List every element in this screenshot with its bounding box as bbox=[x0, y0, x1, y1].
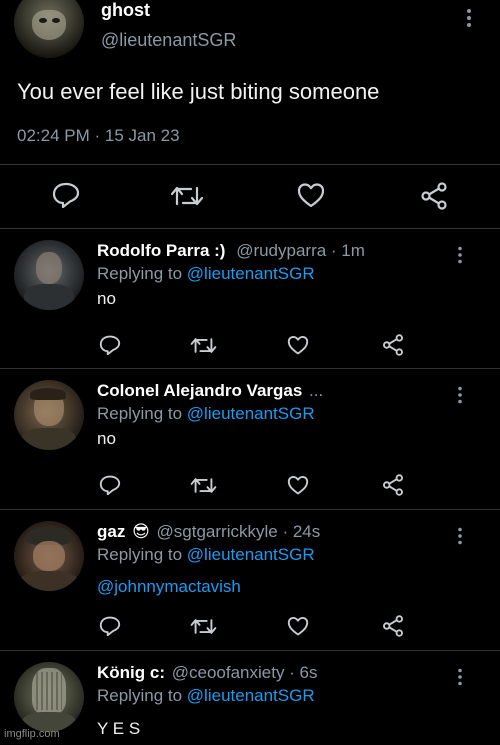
more-options-icon[interactable] bbox=[466, 8, 472, 28]
divider bbox=[0, 228, 500, 229]
reply-icon[interactable] bbox=[99, 616, 121, 636]
replying-to: Replying to @lieutenantSGR bbox=[97, 686, 315, 706]
reply-author[interactable]: Rodolfo Parra :) @rudyparra · 1m bbox=[97, 241, 365, 261]
avatar[interactable] bbox=[14, 521, 84, 591]
author-meta: @ceoofanxiety · 6s bbox=[171, 663, 318, 682]
replying-to: Replying to @lieutenantSGR bbox=[97, 545, 315, 565]
author-meta: ... bbox=[309, 381, 324, 400]
like-icon[interactable] bbox=[287, 335, 309, 355]
avatar[interactable] bbox=[14, 0, 84, 58]
replying-to-link[interactable]: @lieutenantSGR bbox=[187, 404, 315, 423]
reply-tweet[interactable]: Colonel Alejandro Vargas ... Replying to… bbox=[0, 370, 500, 510]
share-icon[interactable] bbox=[382, 334, 404, 356]
retweet-icon[interactable] bbox=[190, 336, 217, 355]
reply-text: no bbox=[97, 289, 116, 308]
retweet-icon[interactable] bbox=[190, 476, 217, 495]
more-options-icon[interactable] bbox=[457, 246, 463, 264]
replying-to-link[interactable]: @lieutenantSGR bbox=[187, 264, 315, 283]
reply-tweet[interactable]: Rodolfo Parra :) @rudyparra · 1m Replyin… bbox=[0, 230, 500, 370]
reply-text: Y E S bbox=[97, 719, 141, 738]
tweet-text: You ever feel like just biting someone bbox=[17, 79, 380, 104]
share-icon[interactable] bbox=[382, 615, 404, 637]
replying-to-link[interactable]: @lieutenantSGR bbox=[187, 686, 315, 705]
reply-actions bbox=[0, 606, 500, 637]
reply-icon[interactable] bbox=[99, 475, 121, 495]
replying-prefix: Replying to bbox=[97, 404, 183, 423]
divider bbox=[0, 164, 500, 165]
avatar[interactable] bbox=[14, 380, 84, 450]
watermark: imgflip.com bbox=[4, 728, 60, 740]
retweet-icon[interactable] bbox=[170, 184, 204, 208]
reply-text: no bbox=[97, 429, 116, 448]
like-icon[interactable] bbox=[287, 616, 309, 636]
more-options-icon[interactable] bbox=[457, 386, 463, 404]
tweet-timestamp[interactable]: 02:24 PM · 15 Jan 23 bbox=[17, 126, 180, 146]
replying-to-link[interactable]: @lieutenantSGR bbox=[187, 545, 315, 564]
reply-tweet[interactable]: gaz 😎 @sgtgarrickkyle · 24s Replying to … bbox=[0, 511, 500, 651]
author-handle[interactable]: @lieutenantSGR bbox=[101, 30, 236, 51]
share-icon[interactable] bbox=[420, 182, 448, 210]
divider bbox=[0, 368, 500, 369]
tweet-actions bbox=[0, 178, 500, 214]
author-name[interactable]: ghost bbox=[101, 0, 150, 21]
reply-author[interactable]: Colonel Alejandro Vargas ... bbox=[97, 381, 323, 401]
author-emoji: 😎 bbox=[132, 522, 150, 541]
main-tweet: ghost @lieutenantSGR You ever feel like … bbox=[0, 0, 500, 230]
replying-prefix: Replying to bbox=[97, 686, 183, 705]
replying-to: Replying to @lieutenantSGR bbox=[97, 404, 315, 424]
author-meta: @rudyparra · 1m bbox=[236, 241, 365, 260]
replying-prefix: Replying to bbox=[97, 264, 183, 283]
divider bbox=[0, 650, 500, 651]
like-icon[interactable] bbox=[287, 475, 309, 495]
author-meta: @sgtgarrickkyle · 24s bbox=[156, 522, 321, 541]
more-options-icon[interactable] bbox=[457, 668, 463, 686]
replying-to: Replying to @lieutenantSGR bbox=[97, 264, 315, 284]
more-options-icon[interactable] bbox=[457, 527, 463, 545]
replying-prefix: Replying to bbox=[97, 545, 183, 564]
reply-author[interactable]: König c: @ceoofanxiety · 6s bbox=[97, 663, 318, 683]
share-icon[interactable] bbox=[382, 474, 404, 496]
like-icon[interactable] bbox=[297, 182, 325, 208]
avatar[interactable] bbox=[14, 662, 84, 732]
reply-icon[interactable] bbox=[52, 182, 80, 208]
reply-actions bbox=[0, 325, 500, 356]
author-name[interactable]: Rodolfo Parra :) bbox=[97, 241, 225, 260]
author-name[interactable]: gaz bbox=[97, 522, 125, 541]
divider bbox=[0, 509, 500, 510]
mention-link[interactable]: @johnnymactavish bbox=[97, 577, 241, 597]
author-name[interactable]: König c: bbox=[97, 663, 165, 682]
reply-author[interactable]: gaz 😎 @sgtgarrickkyle · 24s bbox=[97, 522, 320, 542]
reply-icon[interactable] bbox=[99, 335, 121, 355]
author-name[interactable]: Colonel Alejandro Vargas bbox=[97, 381, 302, 400]
reply-actions bbox=[0, 465, 500, 496]
avatar[interactable] bbox=[14, 240, 84, 310]
retweet-icon[interactable] bbox=[190, 617, 217, 636]
reply-tweet[interactable]: König c: @ceoofanxiety · 6s Replying to … bbox=[0, 652, 500, 745]
